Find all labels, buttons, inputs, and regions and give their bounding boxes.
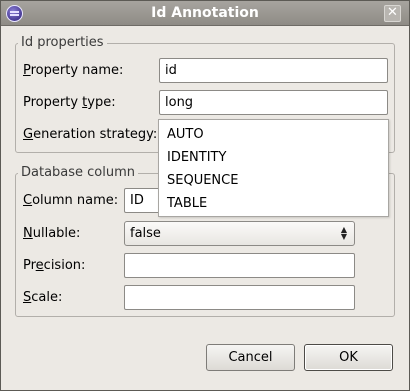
precision-label: Precision: xyxy=(23,258,86,273)
property-name-field[interactable]: id xyxy=(159,58,388,83)
close-button[interactable]: ✕ xyxy=(384,5,401,22)
property-type-field[interactable]: long xyxy=(159,90,388,115)
strategy-option-auto[interactable]: AUTO xyxy=(167,127,204,142)
strategy-option-identity[interactable]: IDENTITY xyxy=(167,150,226,165)
scale-field[interactable] xyxy=(124,285,355,310)
generation-strategy-dropdown: AUTO IDENTITY SEQUENCE TABLE xyxy=(158,119,389,217)
updown-arrows-icon: ▲ ▼ xyxy=(340,225,348,241)
column-name-label: Column name: xyxy=(23,193,119,208)
cancel-button[interactable]: Cancel xyxy=(206,344,295,371)
database-column-legend: Database column xyxy=(18,165,139,180)
strategy-option-table[interactable]: TABLE xyxy=(167,196,207,211)
id-annotation-dialog: Id Annotation ✕ Id properties Property n… xyxy=(0,0,410,391)
strategy-option-sequence[interactable]: SEQUENCE xyxy=(167,173,238,188)
id-properties-legend: Id properties xyxy=(18,35,107,50)
title-bar: Id Annotation ✕ xyxy=(1,1,409,26)
precision-field[interactable] xyxy=(124,253,355,278)
dialog-title: Id Annotation xyxy=(151,5,259,21)
generation-strategy-label: Generation strategy: xyxy=(23,127,158,142)
nullable-value: false xyxy=(130,226,161,241)
property-name-label: Property name: xyxy=(23,63,124,78)
nullable-select[interactable]: false ▲ ▼ xyxy=(124,221,355,246)
close-icon: ✕ xyxy=(387,5,398,20)
property-type-label: Property type: xyxy=(23,95,116,110)
nullable-label: Nullable: xyxy=(23,226,81,241)
ok-button[interactable]: OK xyxy=(304,344,393,371)
scale-label: Scale: xyxy=(23,290,63,305)
